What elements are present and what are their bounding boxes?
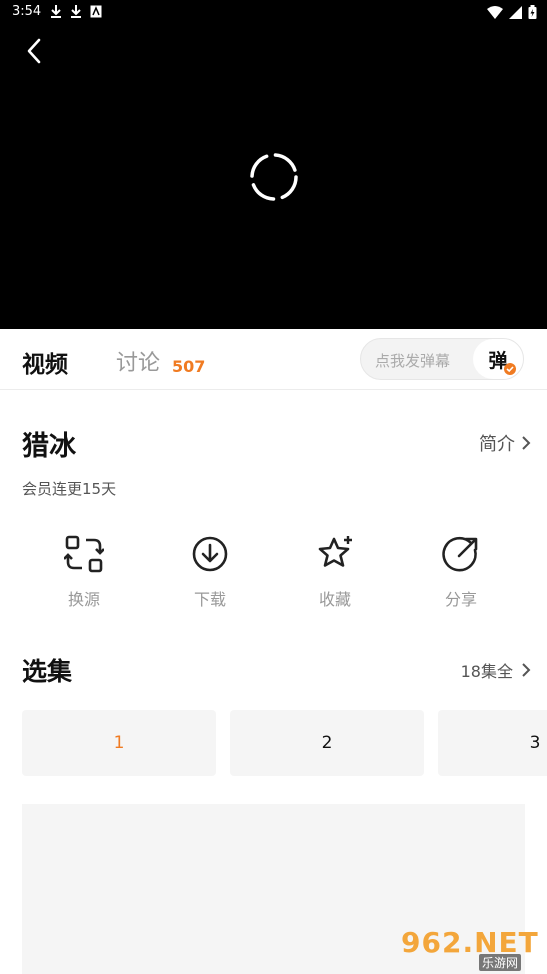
app-notification-icon [90, 5, 102, 18]
system-icons [487, 5, 537, 19]
intro-link[interactable]: 简介 [479, 430, 531, 456]
favorite-button[interactable]: 收藏 [295, 534, 375, 614]
episode-item[interactable]: 2 [230, 710, 424, 776]
share-icon [442, 536, 478, 572]
star-icon [318, 536, 352, 567]
action-bar: 换源 下载 收藏 分享 [0, 534, 547, 614]
episode-list: 1 2 3 [22, 710, 547, 776]
tab-bar: 视频 讨论 507 点我发弹幕 弹 [0, 329, 547, 390]
notification-icons [50, 5, 102, 18]
tab-video[interactable]: 视频 [22, 345, 68, 379]
all-episodes-link[interactable]: 18集全 [461, 658, 531, 682]
status-bar: 3:54 [0, 0, 547, 24]
action-label: 下载 [193, 590, 226, 609]
switch-source-icon [64, 535, 104, 573]
chevron-right-icon [522, 663, 531, 677]
danmaku-toggle-button[interactable]: 弹 [473, 339, 523, 379]
download-notification-icon [51, 5, 61, 18]
all-episodes-label: 18集全 [460, 662, 513, 681]
intro-label: 简介 [479, 434, 515, 455]
discussion-count-badge: 507 [172, 357, 206, 376]
show-title: 猎冰 [22, 431, 76, 462]
danmaku-input[interactable]: 点我发弹幕 [375, 350, 450, 371]
signal-icon [509, 5, 522, 19]
loading-spinner-icon [250, 153, 298, 201]
show-subtitle: 会员连更15天 [22, 480, 117, 498]
danmaku-toggle-label: 弹 [488, 346, 516, 375]
download-button[interactable]: 下载 [170, 534, 250, 614]
download-icon [192, 536, 228, 572]
danmaku-bar: 点我发弹幕 弹 [360, 338, 524, 380]
check-badge-icon [503, 362, 516, 375]
episode-item[interactable]: 3 [438, 710, 547, 776]
download-notification-icon [71, 5, 81, 18]
share-button[interactable]: 分享 [421, 534, 501, 614]
video-player[interactable] [0, 24, 547, 329]
episode-item[interactable]: 1 [22, 710, 216, 776]
status-time: 3:54 [12, 4, 42, 19]
wifi-icon [487, 5, 503, 19]
chevron-right-icon [522, 436, 531, 450]
battery-icon [528, 5, 537, 19]
action-label: 换源 [67, 590, 100, 609]
watermark-sub: 乐游网 [479, 954, 522, 971]
watermark-logo: 962.NET 乐游网 [401, 926, 539, 971]
switch-source-button[interactable]: 换源 [44, 534, 124, 614]
action-label: 收藏 [318, 590, 351, 609]
action-label: 分享 [444, 590, 477, 609]
back-arrow-icon[interactable] [20, 36, 50, 66]
tab-discussion[interactable]: 讨论 [116, 345, 160, 377]
episodes-title: 选集 [22, 657, 73, 686]
